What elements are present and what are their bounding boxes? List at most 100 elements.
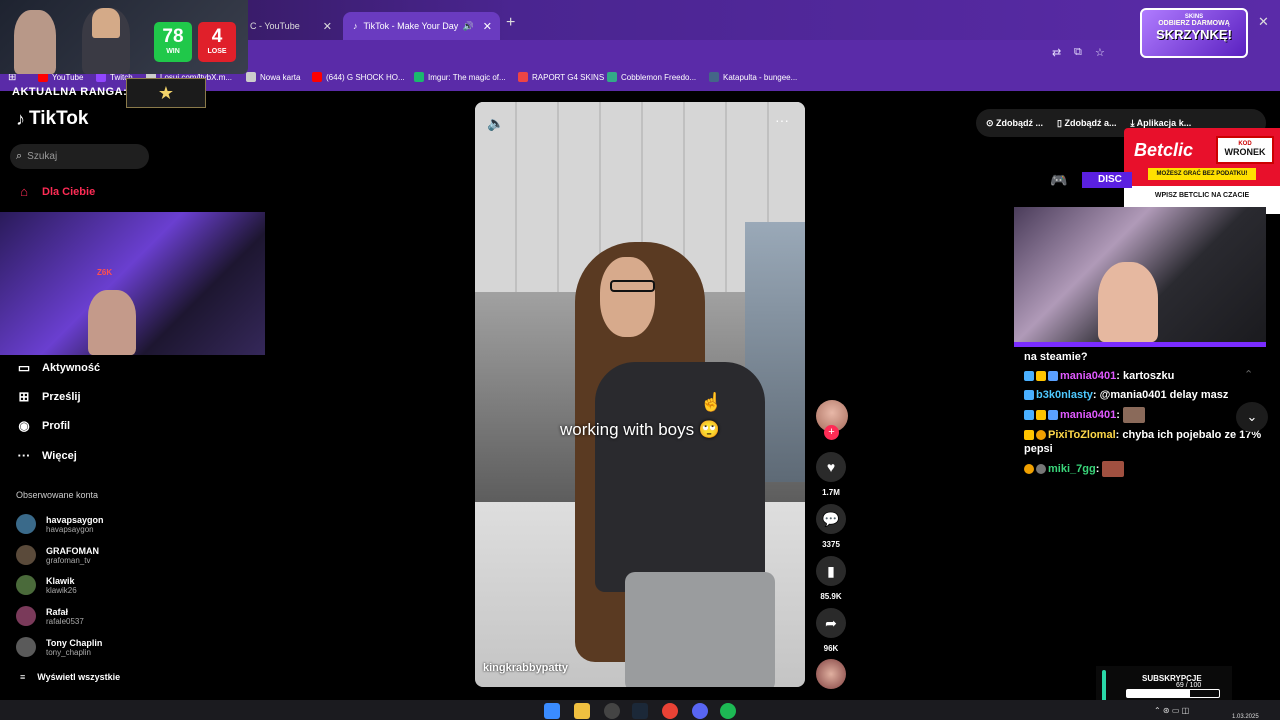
taskbar-clock[interactable]: 1.03.2025 [1232, 714, 1259, 720]
tab-youtube[interactable]: C - YouTube ✕ [240, 12, 340, 40]
bookmark-item[interactable]: RAPORT G4 SKINS [518, 72, 604, 82]
tab-tiktok[interactable]: ♪ TikTok - Make Your Day 🔊 ✕ [343, 12, 500, 40]
chat-username[interactable]: b3k0nlasty [1036, 389, 1093, 401]
discord-taskbar-icon[interactable] [692, 703, 708, 719]
tray-icons[interactable]: ⌃ ⊛ ▭ ◫ [1154, 706, 1189, 715]
upload-icon: ⊞ [18, 389, 30, 404]
chat-text: na steamie? [1024, 351, 1088, 363]
video-player[interactable]: 🔈 ··· working with boys 🙄 kingkrabbypatt… [475, 102, 805, 687]
app-icon[interactable] [604, 703, 620, 719]
chat-emote [1123, 407, 1145, 423]
file-explorer-icon[interactable] [574, 703, 590, 719]
search-box[interactable]: ⌕ [10, 144, 149, 169]
avatar [16, 545, 36, 565]
volume-icon[interactable]: 🔈 [487, 115, 504, 132]
following-account[interactable]: Klawik klawik26 [16, 575, 77, 595]
translate-icon[interactable]: ⇄ [1052, 46, 1061, 59]
steam-icon[interactable] [632, 703, 648, 719]
bookmark-item[interactable]: (644) G SHOCK HO... [312, 72, 405, 82]
header-coins[interactable]: ⊙ Zdobądź ... [986, 118, 1043, 129]
nav-profile[interactable]: ◉ Profil [16, 418, 70, 434]
account-handle: havapsaygon [46, 524, 94, 534]
betclic-code: WRONEK [1224, 147, 1266, 157]
close-tab-icon[interactable]: ✕ [323, 20, 332, 33]
bookmark-label: (644) G SHOCK HO... [326, 72, 405, 82]
nav-label: Profil [42, 420, 71, 432]
bookmark-star-icon[interactable]: ☆ [1095, 46, 1105, 59]
chat-username[interactable]: mania0401 [1060, 409, 1116, 421]
bookmark-item[interactable]: Nowa karta [246, 72, 300, 82]
comment-icon[interactable]: 💬 [816, 504, 846, 534]
music-disc-avatar[interactable] [816, 659, 846, 689]
spotify-icon[interactable] [720, 703, 736, 719]
following-account[interactable]: havapsaygon havapsaygon [16, 514, 104, 534]
bookmark-action[interactable]: ▮ 85.9K [816, 556, 846, 601]
bookmark-label: Nowa karta [260, 72, 301, 82]
like-action[interactable]: ♥ 1.7M [816, 452, 846, 497]
nav-for-you[interactable]: ⌂ Dla Ciebie [16, 184, 95, 199]
tab-audio-icon[interactable]: 🔊 [463, 21, 474, 32]
bookmark-item[interactable]: Cobblemon Freedo... [607, 72, 696, 82]
bookmark-item[interactable]: Imgur: The magic of... [414, 72, 506, 82]
crown-badge-icon [1024, 430, 1034, 441]
more-options-icon[interactable]: ··· [775, 112, 789, 128]
share-action[interactable]: ➦ 96K [816, 608, 846, 653]
account-handle: grafoman_tv [46, 555, 91, 565]
header-get-app[interactable]: ▯ Zdobądź a... [1057, 118, 1116, 129]
nav-upload[interactable]: ⊞ Prześlij [16, 389, 81, 405]
chevron-down-icon[interactable]: ⌄ [1236, 402, 1268, 432]
bookmark-item[interactable]: Katapulta - bungee... [709, 72, 797, 82]
sub-badge-icon [1024, 464, 1034, 474]
page-icon [246, 72, 256, 82]
like-count: 1.7M [822, 488, 840, 497]
following-account[interactable]: GRAFOMAN grafoman_tv [16, 545, 99, 565]
profile-icon: ◉ [18, 418, 30, 433]
chrome-icon[interactable] [662, 703, 678, 719]
window-close-button[interactable]: ✕ [1258, 14, 1269, 30]
discord-icon: 🎮 [1050, 172, 1068, 188]
video-caption: working with boys 🙄 [559, 420, 721, 439]
subs-accent [1102, 670, 1106, 702]
nav-label: Dla Ciebie [42, 185, 96, 198]
streamer-face [92, 8, 120, 38]
tiktok-logo-text: TikTok [29, 108, 89, 129]
nav-label: Aktywność [42, 362, 101, 374]
bookmark-icon[interactable]: ▮ [816, 556, 846, 586]
following-account[interactable]: Rafał rafale0537 [16, 606, 84, 626]
new-tab-button[interactable]: + [506, 14, 515, 32]
subs-progress-bar [1126, 689, 1220, 698]
crown-badge-icon [1036, 410, 1046, 420]
header-item-label: Aplikacja k... [1136, 117, 1192, 128]
comment-action[interactable]: 💬 3375 [816, 504, 846, 549]
chat-username[interactable]: mania0401 [1060, 370, 1116, 382]
avatar [16, 606, 36, 626]
nav-more[interactable]: ··· Więcej [16, 448, 77, 463]
betclic-strip: MOŻESZ GRAĆ BEZ PODATKU! [1148, 168, 1256, 180]
search-input[interactable] [27, 151, 128, 162]
share-icon[interactable]: ➦ [816, 608, 846, 638]
install-icon[interactable]: ⧉ [1074, 46, 1082, 59]
star-badge-icon: ★ [126, 78, 206, 108]
following-account[interactable]: Tony Chaplin tony_chaplin [16, 637, 102, 657]
phone-icon: ▯ [1057, 117, 1065, 128]
nav-activity[interactable]: ▭ Aktywność [16, 360, 100, 376]
video-subject-face [600, 257, 655, 337]
account-name: Klawik [46, 575, 75, 586]
video-username[interactable]: kingkrabbypatty [483, 662, 568, 674]
chat-username[interactable]: PixiToZlomal [1048, 429, 1116, 441]
heart-icon[interactable]: ♥ [816, 452, 846, 482]
close-tab-icon[interactable]: ✕ [483, 20, 492, 33]
promo-line1: ODBIERZ DARMOWĄ [1158, 20, 1230, 27]
tiktok-logo[interactable]: ♪ TikTok [16, 108, 88, 130]
chevron-up-icon[interactable]: ⌃ [1244, 368, 1253, 381]
header-desktop-app[interactable]: ⤓ Aplikacja k... [1131, 118, 1192, 129]
account-name: Tony Chaplin [46, 637, 103, 648]
see-all-link[interactable]: ≡ Wyświetl wszystkie [20, 672, 120, 682]
follow-plus-icon[interactable]: + [824, 425, 839, 440]
chat-username[interactable]: miki_7gg [1048, 463, 1096, 475]
betclic-code-box: KOD WRONEK [1216, 136, 1274, 164]
windows-start-icon[interactable] [544, 703, 560, 719]
video-subject-jeans [625, 572, 775, 687]
chat-message: PixiToZlomal: chyba ich pojebalo ze 17% … [1024, 428, 1274, 456]
activity-icon: ▭ [17, 360, 31, 375]
